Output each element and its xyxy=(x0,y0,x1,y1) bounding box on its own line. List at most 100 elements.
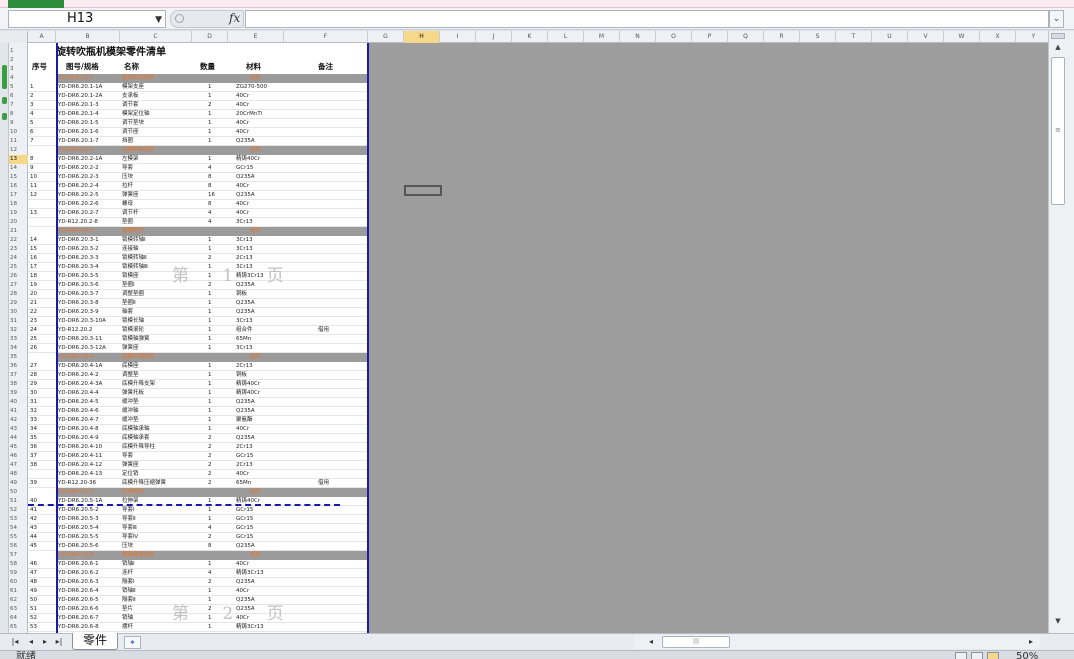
table-row[interactable]: 53 YD-DR6.20.6-8 摆杆 1 精铸3Cr13 xyxy=(28,623,368,632)
scroll-thumb[interactable]: ||| xyxy=(662,636,730,648)
table-row[interactable]: 30 YD-DR6.20.4-4 弹簧托板 1 精铸40Cr xyxy=(28,389,368,398)
row-header-15[interactable]: 15 xyxy=(9,173,28,182)
table-row[interactable]: YD-R12.20.2-8 垫圈 4 3Cr13 xyxy=(28,218,368,227)
table-row[interactable]: YD-DR6.20.4-13 定位销 2 40Cr xyxy=(28,470,368,479)
table-row[interactable]: 10 YD-DR6.20.2-3 压块 8 Q235A xyxy=(28,173,368,182)
row-header-19[interactable]: 19 xyxy=(9,209,28,218)
first-sheet-icon[interactable]: |◂ xyxy=(8,635,22,649)
selected-cell-h13[interactable] xyxy=(404,185,442,196)
column-header-c[interactable]: C xyxy=(120,31,192,43)
table-row[interactable]: 14 YD-DR6.20.3-1 锁模转轴Ⅰ 1 3Cr13 xyxy=(28,236,368,245)
column-header-u[interactable]: U xyxy=(872,31,908,43)
group-row[interactable]: YD-DR6.20.1 模架支架组件 组件 xyxy=(56,74,368,83)
row-header-12[interactable]: 12 xyxy=(9,146,28,155)
row-header-34[interactable]: 34 xyxy=(9,344,28,353)
horizontal-scrollbar[interactable]: ◂ ||| ▸ xyxy=(634,635,1040,649)
worksheet-grid[interactable]: ABCDEFGHIJKLMNOPQRSTUVWXY 1 2 3 4 5 6 7 8 9 10 11 1… xyxy=(0,31,1048,633)
row-header-2[interactable]: 2 xyxy=(9,56,28,65)
row-header-32[interactable]: 32 xyxy=(9,326,28,335)
group-row[interactable]: YD-DR6.20.3 锁模组件 组件 xyxy=(56,227,368,236)
row-header-57[interactable]: 57 xyxy=(9,551,28,560)
column-header-e[interactable]: E xyxy=(228,31,284,43)
row-header-40[interactable]: 40 xyxy=(9,398,28,407)
normal-view-icon[interactable] xyxy=(955,652,967,659)
table-row[interactable]: 24 YD-R12.20.2 锁模滚轮 1 组合件 借用 xyxy=(28,326,368,335)
row-header-14[interactable]: 14 xyxy=(9,164,28,173)
column-header-i[interactable]: I xyxy=(440,31,476,43)
row-header-29[interactable]: 29 xyxy=(9,299,28,308)
file-tab[interactable] xyxy=(8,0,64,8)
table-row[interactable]: 43 YD-DR6.20.5-4 导套Ⅲ 4 GCr15 xyxy=(28,524,368,533)
row-header-55[interactable]: 55 xyxy=(9,533,28,542)
next-sheet-icon[interactable]: ▸ xyxy=(38,635,52,649)
table-row[interactable]: 38 YD-DR6.20.4-12 弹簧座 2 2Cr13 xyxy=(28,461,368,470)
row-header-39[interactable]: 39 xyxy=(9,389,28,398)
table-row[interactable]: 28 YD-DR6.20.4-2 调整垫 1 铜板 xyxy=(28,371,368,380)
table-row[interactable]: 7 YD-DR6.20.1-7 挡圈 1 Q235A xyxy=(28,137,368,146)
group-row[interactable]: YD-DR6.20.5 拉伸组件 组件 xyxy=(56,488,368,497)
table-row[interactable]: 41 YD-DR6.20.5-2 导套Ⅰ 1 GCr15 xyxy=(28,506,368,515)
row-header-20[interactable]: 20 xyxy=(9,218,28,227)
table-row[interactable]: 15 YD-DR6.20.3-2 连接轴 1 3Cr13 xyxy=(28,245,368,254)
scroll-left-icon[interactable]: ◂ xyxy=(644,635,658,649)
row-header-43[interactable]: 43 xyxy=(9,425,28,434)
row-header-48[interactable]: 48 xyxy=(9,470,28,479)
column-header-b[interactable]: B xyxy=(56,31,120,43)
row-header-30[interactable]: 30 xyxy=(9,308,28,317)
table-row[interactable]: 3 YD-DR6.20.1-3 调节套 2 40Cr xyxy=(28,101,368,110)
table-row[interactable]: 22 YD-DR6.20.3-9 轴套 1 Q235A xyxy=(28,308,368,317)
column-header-h[interactable]: H xyxy=(404,31,440,43)
table-row[interactable]: 33 YD-DR6.20.4-7 缓冲垫 1 聚氨酯 xyxy=(28,416,368,425)
table-row[interactable]: 34 YD-DR6.20.4-8 底模轴承轴 1 40Cr xyxy=(28,425,368,434)
insert-sheet-icon[interactable]: ✦ xyxy=(124,636,141,649)
table-row[interactable]: 48 YD-DR6.20.6-3 隔套Ⅰ 2 Q235A xyxy=(28,578,368,587)
column-header-k[interactable]: K xyxy=(512,31,548,43)
row-header-25[interactable]: 25 xyxy=(9,263,28,272)
row-header-26[interactable]: 26 xyxy=(9,272,28,281)
column-header-p[interactable]: P xyxy=(692,31,728,43)
row-header-17[interactable]: 17 xyxy=(9,191,28,200)
row-header-9[interactable]: 9 xyxy=(9,119,28,128)
row-header-37[interactable]: 37 xyxy=(9,371,28,380)
column-header-r[interactable]: R xyxy=(764,31,800,43)
column-header-x[interactable]: X xyxy=(980,31,1016,43)
row-header-61[interactable]: 61 xyxy=(9,587,28,596)
row-header-3[interactable]: 3 xyxy=(9,65,28,74)
table-row[interactable]: 2 YD-DR6.20.1-2A 支承板 1 40Cr xyxy=(28,92,368,101)
row-header-7[interactable]: 7 xyxy=(9,101,28,110)
row-header-16[interactable]: 16 xyxy=(9,182,28,191)
column-header-l[interactable]: L xyxy=(548,31,584,43)
table-row[interactable]: 44 YD-DR6.20.5-5 导套Ⅳ 2 GCr15 xyxy=(28,533,368,542)
row-header-4[interactable]: 4 xyxy=(9,74,28,83)
row-header-36[interactable]: 36 xyxy=(9,362,28,371)
table-row[interactable]: 32 YD-DR6.20.4-6 缓冲轴 1 Q235A xyxy=(28,407,368,416)
table-row[interactable]: 39 YD-R12.20-36 底模升降压缩弹簧 2 65Mn 借用 xyxy=(28,479,368,488)
group-row[interactable]: YD-DR6.20.2 合模机构组件 组件 xyxy=(56,146,368,155)
print-area[interactable]: 旋转吹瓶机模架零件清单 序号 图号/规格 名称 数量 材料 备注 YD-DR6.… xyxy=(28,43,368,633)
table-row[interactable]: 9 YD-DR6.20.2-2 导套 4 GCr15 xyxy=(28,164,368,173)
row-header-8[interactable]: 8 xyxy=(9,110,28,119)
table-row[interactable]: 37 YD-DR6.20.4-11 导套 2 GCr15 xyxy=(28,452,368,461)
select-all-corner[interactable] xyxy=(0,31,28,43)
table-row[interactable]: YD-DR6.20.2-6 螺母 8 40Cr xyxy=(28,200,368,209)
row-header-65[interactable]: 65 xyxy=(9,623,28,632)
row-header-24[interactable]: 24 xyxy=(9,254,28,263)
outline-marker[interactable] xyxy=(2,97,7,104)
zoom-level[interactable]: 50% xyxy=(1016,651,1038,659)
column-header-v[interactable]: V xyxy=(908,31,944,43)
row-header-49[interactable]: 49 xyxy=(9,479,28,488)
row-header-50[interactable]: 50 xyxy=(9,488,28,497)
table-row[interactable]: 31 YD-DR6.20.4-5 缓冲垫 1 Q235A xyxy=(28,398,368,407)
table-row[interactable]: 25 YD-DR6.20.3-11 锁模轴弹簧 1 65Mn xyxy=(28,335,368,344)
row-header-27[interactable]: 27 xyxy=(9,281,28,290)
row-header-1[interactable]: 1 xyxy=(9,47,28,56)
row-header-45[interactable]: 45 xyxy=(9,443,28,452)
row-header-60[interactable]: 60 xyxy=(9,578,28,587)
outline-marker[interactable] xyxy=(2,65,7,89)
table-row[interactable]: 36 YD-DR6.20.4-10 底模升降导柱 2 2Cr13 xyxy=(28,443,368,452)
row-header-44[interactable]: 44 xyxy=(9,434,28,443)
table-row[interactable]: 4 YD-DR6.20.1-4 模架定位轴 1 20CrMnTi xyxy=(28,110,368,119)
table-row[interactable]: 27 YD-DR6.20.4-1A 底模座 1 2Cr13 xyxy=(28,362,368,371)
scroll-down-icon[interactable]: ▼ xyxy=(1051,617,1065,629)
vertical-scrollbar[interactable]: ▲ ≡ ▼ xyxy=(1048,31,1074,633)
